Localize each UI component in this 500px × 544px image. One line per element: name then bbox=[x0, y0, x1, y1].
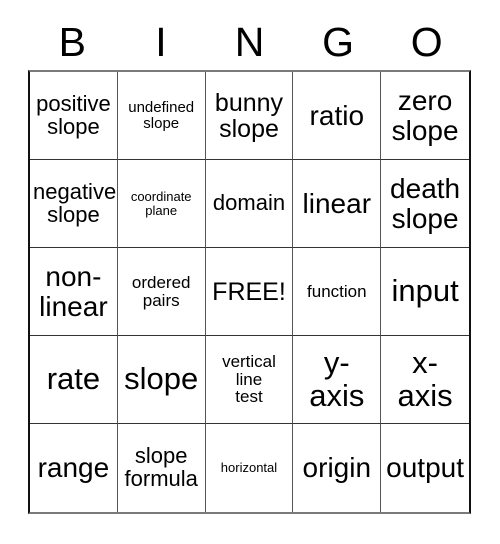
bingo-cell-4-4[interactable]: output bbox=[381, 424, 469, 512]
bingo-card: B I N G O positive slope undefined slope bunny… bbox=[0, 0, 500, 544]
bingo-cell-2-3[interactable]: function bbox=[293, 248, 382, 336]
bingo-cell-label: y- axis bbox=[309, 345, 365, 413]
bingo-cell-label: ordered pairs bbox=[131, 272, 191, 310]
bingo-cell-label: slope formula bbox=[124, 443, 198, 491]
bingo-cell-0-4[interactable]: zero slope bbox=[381, 72, 469, 160]
bingo-cell-2-4[interactable]: input bbox=[381, 248, 469, 336]
bingo-cell-label: output bbox=[386, 452, 465, 484]
bingo-cell-label: zero slope bbox=[391, 85, 459, 146]
bingo-header-letter-4: O bbox=[410, 18, 443, 65]
bingo-cell-3-2[interactable]: vertical line test bbox=[205, 336, 294, 424]
bingo-cell-2-1[interactable]: ordered pairs bbox=[117, 248, 206, 336]
bingo-cell-label: slope bbox=[124, 361, 199, 397]
bingo-cell-label: negative slope bbox=[33, 178, 117, 227]
bingo-cell-4-2[interactable]: horizontal bbox=[205, 424, 294, 512]
bingo-header-letter-0: B bbox=[58, 18, 86, 65]
bingo-header-letter-3: G bbox=[322, 18, 355, 65]
bingo-cell-4-3[interactable]: origin bbox=[293, 424, 382, 512]
bingo-cell-label: function bbox=[307, 281, 367, 301]
bingo-cell-3-4[interactable]: x- axis bbox=[381, 336, 469, 424]
bingo-cell-1-4[interactable]: death slope bbox=[381, 160, 469, 248]
bingo-cell-4-1[interactable]: slope formula bbox=[117, 424, 206, 512]
bingo-cell-2-2[interactable]: FREE! bbox=[205, 248, 294, 336]
bingo-header-letter-1: I bbox=[155, 18, 167, 65]
bingo-cell-0-2[interactable]: bunny slope bbox=[205, 72, 294, 160]
bingo-cell-1-1[interactable]: coordinate plane bbox=[117, 160, 206, 248]
bingo-cell-label: domain bbox=[212, 190, 286, 216]
bingo-cell-label: linear bbox=[302, 187, 372, 219]
bingo-cell-label: non- linear bbox=[39, 261, 108, 322]
bingo-cell-label: horizontal bbox=[220, 460, 278, 476]
bingo-cell-1-0[interactable]: negative slope bbox=[30, 160, 118, 248]
bingo-cell-label: positive slope bbox=[36, 90, 111, 139]
bingo-cell-label: ratio bbox=[309, 99, 365, 131]
bingo-cell-label: FREE! bbox=[212, 277, 286, 306]
bingo-header-letter-2: N bbox=[234, 18, 265, 65]
bingo-cell-0-1[interactable]: undefined slope bbox=[117, 72, 206, 160]
bingo-cell-label: origin bbox=[302, 452, 372, 484]
bingo-cell-1-2[interactable]: domain bbox=[205, 160, 294, 248]
bingo-cell-0-3[interactable]: ratio bbox=[293, 72, 382, 160]
bingo-cell-4-0[interactable]: range bbox=[30, 424, 118, 512]
bingo-header: BINGO bbox=[28, 14, 471, 70]
bingo-cell-label: vertical line test bbox=[222, 351, 276, 407]
bingo-cell-label: x- axis bbox=[397, 345, 453, 413]
bingo-cell-label: rate bbox=[46, 361, 101, 397]
bingo-cell-0-0[interactable]: positive slope bbox=[30, 72, 118, 160]
bingo-cell-label: range bbox=[37, 452, 110, 484]
bingo-cell-label: input bbox=[391, 273, 459, 309]
bingo-grid: positive slope undefined slope bunny slope… bbox=[28, 70, 471, 514]
bingo-cell-3-1[interactable]: slope bbox=[117, 336, 206, 424]
bingo-cell-label: coordinate plane bbox=[130, 188, 192, 218]
bingo-cell-label: death slope bbox=[390, 173, 461, 234]
bingo-cell-label: bunny slope bbox=[214, 88, 284, 143]
bingo-cell-3-3[interactable]: y- axis bbox=[293, 336, 382, 424]
bingo-cell-2-0[interactable]: non- linear bbox=[30, 248, 118, 336]
bingo-cell-1-3[interactable]: linear bbox=[293, 160, 382, 248]
bingo-cell-3-0[interactable]: rate bbox=[30, 336, 118, 424]
bingo-cell-label: undefined slope bbox=[128, 98, 195, 132]
